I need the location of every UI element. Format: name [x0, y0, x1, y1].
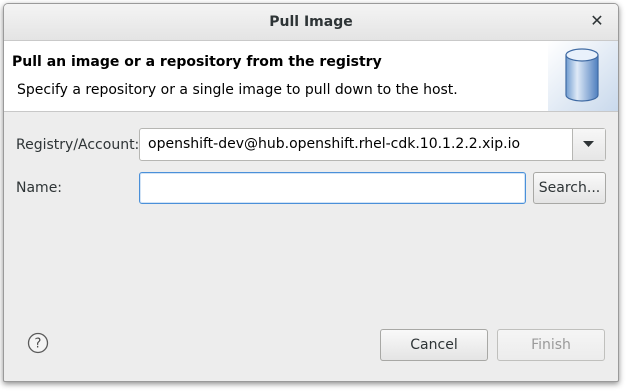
database-cylinder-icon: [548, 41, 618, 111]
registry-label: Registry/Account:: [16, 137, 140, 153]
banner-description: Specify a repository or a single image t…: [17, 82, 458, 98]
wizard-banner: Pull an image or a repository from the r…: [4, 41, 618, 112]
registry-combobox[interactable]: openshift-dev@hub.openshift.rhel-cdk.10.…: [139, 128, 606, 161]
name-label: Name:: [16, 180, 63, 196]
registry-value: openshift-dev@hub.openshift.rhel-cdk.10.…: [148, 136, 521, 152]
cancel-button[interactable]: Cancel: [380, 329, 488, 361]
registry-dropdown-button[interactable]: [572, 129, 605, 160]
help-icon[interactable]: ?: [27, 332, 49, 354]
chevron-down-icon: [583, 141, 594, 147]
svg-text:?: ?: [35, 337, 42, 352]
search-button[interactable]: Search...: [533, 172, 606, 204]
finish-button[interactable]: Finish: [497, 329, 605, 361]
banner-heading: Pull an image or a repository from the r…: [12, 54, 382, 70]
pull-image-dialog: Pull Image ✕ Pull an image or a reposito…: [3, 3, 619, 382]
close-icon[interactable]: ✕: [586, 10, 608, 32]
name-input[interactable]: [139, 172, 526, 204]
dialog-title: Pull Image: [269, 14, 353, 30]
title-bar: Pull Image ✕: [4, 4, 618, 41]
